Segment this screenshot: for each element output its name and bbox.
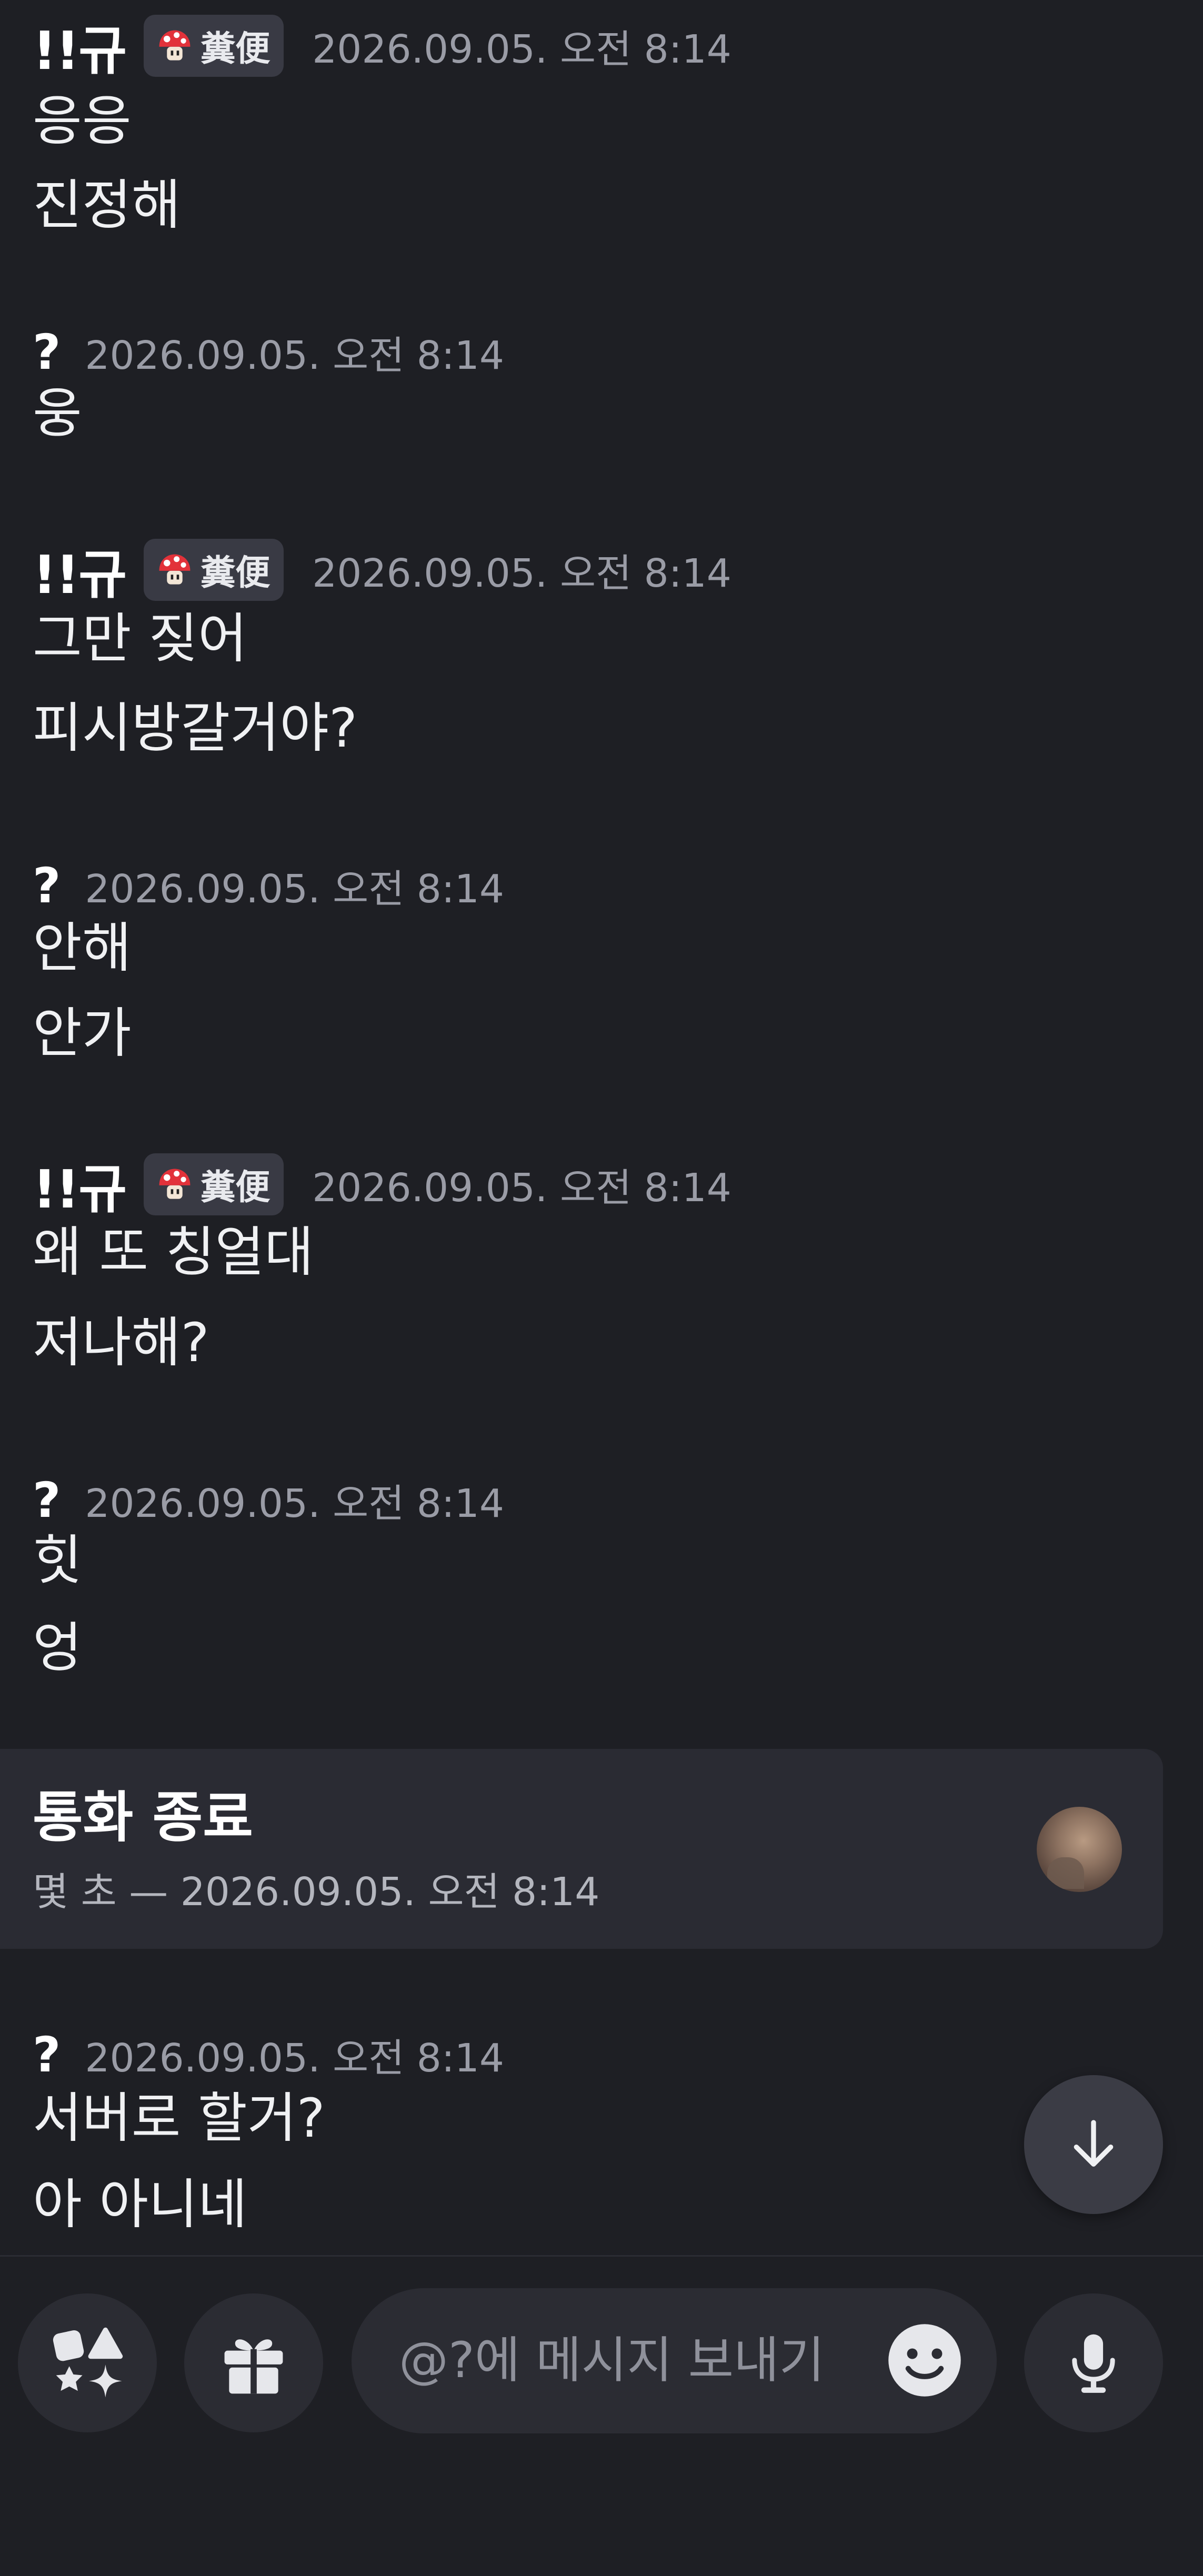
arrow-down-icon bbox=[1074, 2120, 1114, 2167]
message-text[interactable]: 서버로 할거? bbox=[33, 2092, 325, 2146]
message-text[interactable]: 피시방갈거야? bbox=[33, 702, 357, 756]
apps-button[interactable] bbox=[18, 2293, 157, 2432]
gift-icon bbox=[224, 2339, 283, 2394]
message-text[interactable]: 아 아니네 bbox=[33, 2178, 247, 2232]
message-text[interactable]: 엉 bbox=[33, 1622, 82, 1675]
emoji-icon bbox=[888, 2324, 961, 2397]
gift-button[interactable] bbox=[184, 2293, 323, 2432]
timestamp: 2026.09.05. 오전 8:14 bbox=[85, 866, 504, 912]
timestamp: 2026.09.05. 오전 8:14 bbox=[85, 333, 504, 378]
mushroom-icon bbox=[159, 554, 191, 585]
message-header: ? 2026.09.05. 오전 8:14 bbox=[33, 2020, 504, 2089]
avatar[interactable] bbox=[1037, 1807, 1122, 1892]
role-tag-label: 糞便 bbox=[200, 1167, 270, 1208]
message-text[interactable]: 그만 짖어 bbox=[33, 612, 247, 666]
message-header: !!규 糞便 2026.09.05. 오전 8:14 bbox=[33, 1150, 731, 1220]
message-header: ? 2026.09.05. 오전 8:14 bbox=[33, 318, 504, 386]
timestamp: 2026.09.05. 오전 8:14 bbox=[85, 1481, 504, 1526]
message-text[interactable]: 안해 bbox=[33, 922, 132, 975]
author-name[interactable]: !!규 bbox=[33, 1146, 127, 1223]
call-title: 통화 종료 bbox=[33, 1785, 253, 1849]
role-tag[interactable]: 糞便 bbox=[144, 1153, 284, 1215]
mushroom-icon bbox=[159, 30, 191, 61]
call-ended-card[interactable]: 통화 종료 몇 초 — 2026.09.05. 오전 8:14 bbox=[0, 1749, 1163, 1949]
author-name[interactable]: ? bbox=[33, 324, 61, 380]
message-header: !!규 糞便 2026.09.05. 오전 8:14 bbox=[33, 12, 731, 82]
author-name[interactable]: !!규 bbox=[33, 532, 127, 608]
message-header: ? 2026.09.05. 오전 8:14 bbox=[33, 1466, 504, 1534]
mushroom-icon bbox=[159, 1169, 191, 1199]
role-tag[interactable]: 糞便 bbox=[144, 15, 284, 77]
role-tag[interactable]: 糞便 bbox=[144, 539, 284, 601]
role-tag-label: 糞便 bbox=[200, 552, 270, 593]
message-composer: @?에 메시지 보내기 bbox=[0, 2257, 1203, 2576]
emoji-button[interactable] bbox=[885, 2321, 964, 2400]
microphone-icon bbox=[1072, 2334, 1115, 2393]
role-tag-label: 糞便 bbox=[200, 28, 270, 69]
message-header: !!규 糞便 2026.09.05. 오전 8:14 bbox=[33, 536, 731, 606]
voice-message-button[interactable] bbox=[1024, 2293, 1163, 2432]
message-input[interactable]: @?에 메시지 보내기 bbox=[352, 2288, 997, 2433]
message-text[interactable]: 응응 bbox=[33, 95, 132, 148]
author-name[interactable]: ? bbox=[33, 1472, 61, 1528]
apps-icon bbox=[53, 2327, 123, 2398]
scroll-to-bottom-button[interactable] bbox=[1024, 2075, 1163, 2214]
timestamp: 2026.09.05. 오전 8:14 bbox=[85, 2035, 504, 2081]
message-header: ? 2026.09.05. 오전 8:14 bbox=[33, 851, 504, 920]
call-duration: 몇 초 — 2026.09.05. 오전 8:14 bbox=[33, 1869, 600, 1915]
timestamp: 2026.09.05. 오전 8:14 bbox=[312, 26, 731, 72]
message-text[interactable]: 웅 bbox=[33, 387, 82, 441]
timestamp: 2026.09.05. 오전 8:14 bbox=[312, 550, 731, 596]
author-name[interactable]: ? bbox=[33, 858, 61, 914]
message-text[interactable]: 안가 bbox=[33, 1007, 132, 1061]
message-text[interactable]: 저나해? bbox=[33, 1316, 209, 1370]
timestamp: 2026.09.05. 오전 8:14 bbox=[312, 1165, 731, 1211]
message-text[interactable]: 진정해 bbox=[33, 179, 181, 233]
author-name[interactable]: !!규 bbox=[33, 8, 127, 84]
message-text[interactable]: 왜 또 칭얼대 bbox=[33, 1226, 314, 1280]
message-input-placeholder: @?에 메시지 보내기 bbox=[399, 2332, 825, 2389]
message-text[interactable]: 힛 bbox=[33, 1534, 82, 1588]
author-name[interactable]: ? bbox=[33, 2027, 61, 2083]
